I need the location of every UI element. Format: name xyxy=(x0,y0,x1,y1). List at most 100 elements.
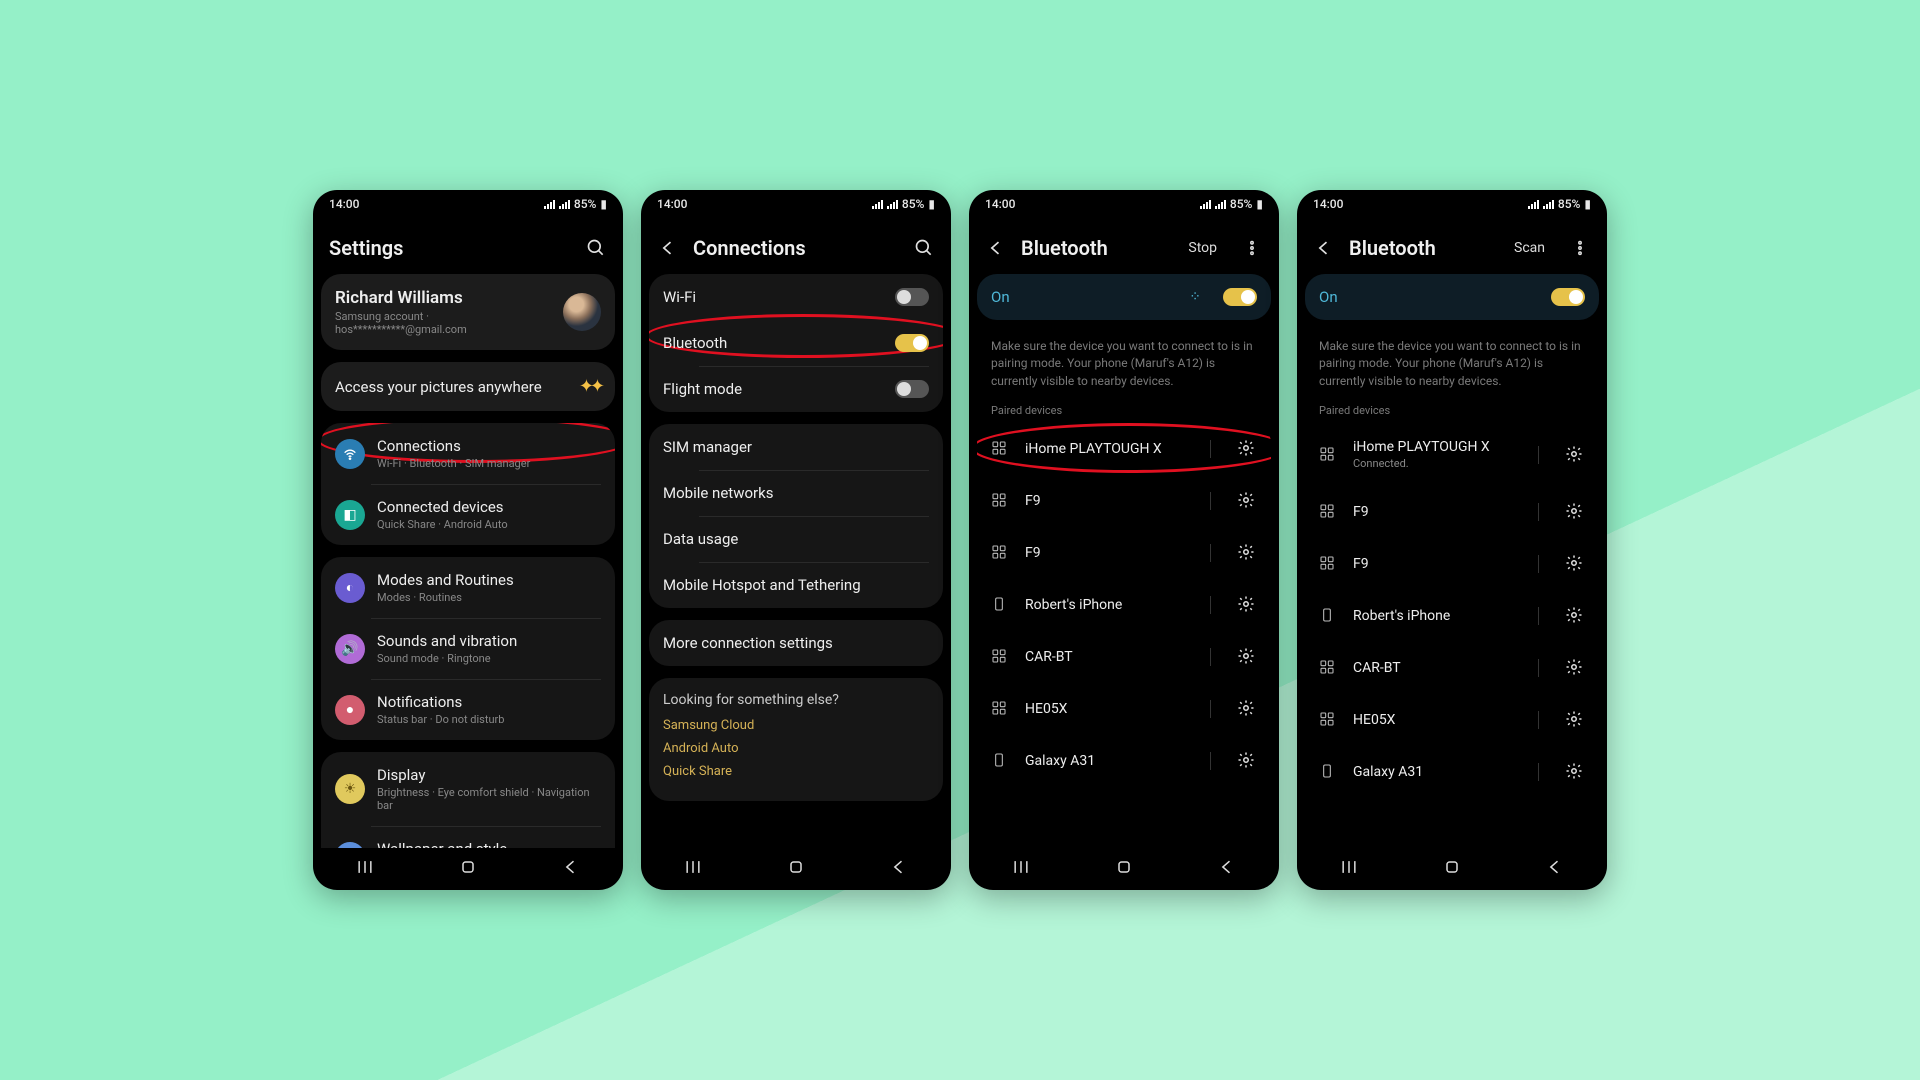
link-quick-share[interactable]: Quick Share xyxy=(663,764,929,779)
back-icon[interactable] xyxy=(985,237,1007,259)
device-row[interactable]: F9 xyxy=(1305,486,1599,538)
search-icon[interactable] xyxy=(913,237,935,259)
separator xyxy=(1210,596,1211,614)
gear-icon[interactable] xyxy=(1237,595,1257,615)
device-row[interactable]: iHome PLAYTOUGH X xyxy=(977,423,1271,475)
status-right: 85% ▮ xyxy=(544,197,607,211)
sim-row[interactable]: SIM manager xyxy=(649,424,943,470)
item-sub: Status bar · Do not disturb xyxy=(377,713,601,726)
sun-icon: ☀ xyxy=(335,774,365,804)
home-button[interactable] xyxy=(1114,857,1134,881)
bluetooth-row[interactable]: Bluetooth xyxy=(649,320,943,366)
link-samsung-cloud[interactable]: Samsung Cloud xyxy=(663,718,929,733)
item-title: Display xyxy=(377,766,601,784)
bluetooth-toggle[interactable] xyxy=(895,334,929,352)
back-button[interactable] xyxy=(1545,857,1565,881)
content: Wi-Fi Bluetooth Flight mode SIM manager … xyxy=(641,274,951,848)
settings-item-notifications[interactable]: ● Notifications Status bar · Do not dist… xyxy=(321,679,615,740)
gear-icon[interactable] xyxy=(1237,491,1257,511)
home-button[interactable] xyxy=(786,857,806,881)
device-row[interactable]: F9 xyxy=(977,527,1271,579)
back-icon[interactable] xyxy=(657,237,679,259)
separator xyxy=(1538,763,1539,781)
device-row[interactable]: Galaxy A31 xyxy=(977,735,1271,787)
wifi-toggle[interactable] xyxy=(895,288,929,306)
gear-icon[interactable] xyxy=(1565,606,1585,626)
settings-item-sounds[interactable]: 🔊 Sounds and vibration Sound mode · Ring… xyxy=(321,618,615,679)
battery-pct: 85% xyxy=(1230,197,1252,211)
page-title: Connections xyxy=(693,236,899,260)
gear-icon[interactable] xyxy=(1237,439,1257,459)
device-name: CAR-BT xyxy=(1025,649,1184,665)
scan-button[interactable]: Scan xyxy=(1514,240,1545,256)
back-button[interactable] xyxy=(1217,857,1237,881)
bt-master-toggle[interactable] xyxy=(1223,288,1257,306)
recents-button[interactable] xyxy=(1011,857,1031,881)
device-row[interactable]: F9 xyxy=(1305,538,1599,590)
status-bar: 14:00 85% ▮ xyxy=(641,190,951,218)
recents-button[interactable] xyxy=(1339,857,1359,881)
settings-item-wallpaper[interactable]: ▢ Wallpaper and style Wallpapers · Colou… xyxy=(321,826,615,848)
more-card[interactable]: More connection settings xyxy=(649,620,943,666)
recents-button[interactable] xyxy=(355,857,375,881)
phone-settings: 14:00 85% ▮ Settings Richard Williams Sa… xyxy=(313,190,623,890)
device-name: iHome PLAYTOUGH X xyxy=(1353,439,1512,455)
account-card[interactable]: Richard Williams Samsung account · hos**… xyxy=(321,274,615,350)
flight-toggle[interactable] xyxy=(895,380,929,398)
device-row[interactable]: HE05X xyxy=(1305,694,1599,746)
hotspot-row[interactable]: Mobile Hotspot and Tethering xyxy=(649,562,943,608)
gear-icon[interactable] xyxy=(1565,554,1585,574)
device-row[interactable]: F9 xyxy=(977,475,1271,527)
separator xyxy=(1210,700,1211,718)
device-row[interactable]: iHome PLAYTOUGH X Connected. xyxy=(1305,423,1599,486)
grid-icon xyxy=(1319,555,1337,573)
more-icon[interactable] xyxy=(1569,237,1591,259)
item-sub: Brightness · Eye comfort shield · Naviga… xyxy=(377,786,601,812)
gear-icon[interactable] xyxy=(1565,502,1585,522)
search-icon[interactable] xyxy=(585,237,607,259)
device-row[interactable]: Robert's iPhone xyxy=(977,579,1271,631)
mobile-networks-row[interactable]: Mobile networks xyxy=(649,470,943,516)
device-row[interactable]: Galaxy A31 xyxy=(1305,746,1599,798)
device-row[interactable]: Robert's iPhone xyxy=(1305,590,1599,642)
recents-button[interactable] xyxy=(683,857,703,881)
device-row[interactable]: HE05X xyxy=(977,683,1271,735)
item-sub: Wi-Fi · Bluetooth · SIM manager xyxy=(377,457,601,470)
back-button[interactable] xyxy=(561,857,581,881)
stop-button[interactable]: Stop xyxy=(1188,240,1217,256)
gear-icon[interactable] xyxy=(1237,647,1257,667)
home-button[interactable] xyxy=(1442,857,1462,881)
home-button[interactable] xyxy=(458,857,478,881)
device-row[interactable]: CAR-BT xyxy=(977,631,1271,683)
data-usage-row[interactable]: Data usage xyxy=(649,516,943,562)
back-button[interactable] xyxy=(889,857,909,881)
grid-icon xyxy=(1319,446,1337,464)
bt-master-toggle[interactable] xyxy=(1551,288,1585,306)
header: Bluetooth Stop xyxy=(969,218,1279,274)
link-android-auto[interactable]: Android Auto xyxy=(663,741,929,756)
battery-icon: ▮ xyxy=(600,197,607,211)
settings-item-connections[interactable]: Connections Wi-Fi · Bluetooth · SIM mana… xyxy=(321,423,615,484)
wifi-row[interactable]: Wi-Fi xyxy=(649,274,943,320)
device-row[interactable]: CAR-BT xyxy=(1305,642,1599,694)
settings-item-connected-devices[interactable]: ◧ Connected devices Quick Share · Androi… xyxy=(321,484,615,545)
gear-icon[interactable] xyxy=(1237,699,1257,719)
gear-icon[interactable] xyxy=(1565,710,1585,730)
settings-item-display[interactable]: ☀ Display Brightness · Eye comfort shiel… xyxy=(321,752,615,826)
settings-item-modes[interactable]: ◐ Modes and Routines Modes · Routines xyxy=(321,557,615,618)
avatar[interactable] xyxy=(563,293,601,331)
phone-bluetooth-scan: 14:00 85% ▮ Bluetooth Scan On Make sure … xyxy=(1297,190,1607,890)
flight-row[interactable]: Flight mode xyxy=(649,366,943,412)
signal-icon xyxy=(872,200,883,209)
gear-icon[interactable] xyxy=(1565,445,1585,465)
devices-card: iHome PLAYTOUGH X F9 F9 Robert's iPhone xyxy=(977,423,1271,787)
gear-icon[interactable] xyxy=(1237,751,1257,771)
device-name: HE05X xyxy=(1025,701,1184,717)
gear-icon[interactable] xyxy=(1237,543,1257,563)
gear-icon[interactable] xyxy=(1565,762,1585,782)
separator xyxy=(1210,752,1211,770)
gear-icon[interactable] xyxy=(1565,658,1585,678)
back-icon[interactable] xyxy=(1313,237,1335,259)
more-icon[interactable] xyxy=(1241,237,1263,259)
promo-card[interactable]: Access your pictures anywhere ✦✦ xyxy=(321,362,615,411)
